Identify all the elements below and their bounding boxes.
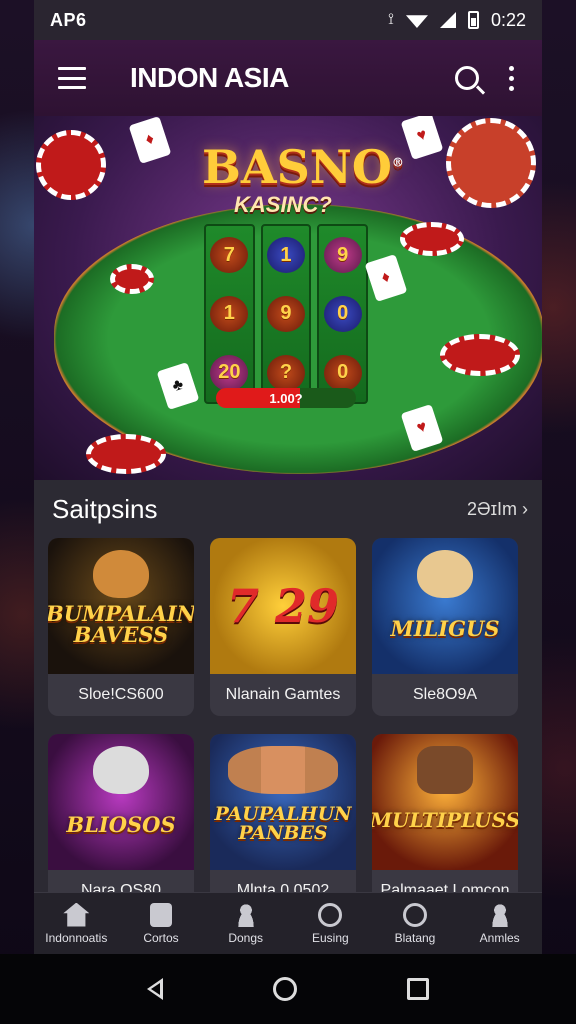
nav-label: Blatang (394, 930, 436, 945)
search-ring-icon (318, 902, 343, 927)
nav-item-home[interactable]: Indonnoatis (34, 893, 119, 954)
carrier-label: AP6 (50, 9, 87, 30)
reel-symbol: 1 (210, 295, 249, 332)
wifi-icon (405, 15, 428, 28)
games-section: Saitpsins 2ƏɪIm › BUMPALAIN BAVESS Sloe!… (34, 480, 542, 912)
slot-reels: 7 1 20 1 9 ? 9 0 0 (204, 224, 368, 404)
nav-item-eusing[interactable]: Eusing (288, 893, 373, 954)
bottom-navigation: Indonnoatis Cortos Dongs Eusing Blatang … (34, 892, 542, 954)
game-tile[interactable]: MILIGUS Sle8O9A (372, 538, 518, 716)
hero-brand: BASNO® (202, 140, 404, 194)
mascot-icon (417, 550, 473, 598)
section-header: Saitpsins 2ƏɪIm › (52, 494, 528, 525)
reel: 9 0 0 (317, 224, 368, 404)
clock: 0:22 (490, 9, 526, 30)
status-bar: AP6 ⟟ 0:22 (0, 0, 576, 40)
ring-icon (402, 902, 427, 927)
game-tile[interactable]: MULTIPLUSS Palmaaet Lomcon (372, 734, 518, 912)
nav-item-dongs[interactable]: Dongs (203, 893, 288, 954)
game-grid: BUMPALAIN BAVESS Sloe!CS600 7 29 Nlanain… (48, 538, 528, 912)
menu-icon[interactable] (58, 67, 86, 89)
game-logo-text: MILIGUS (390, 615, 500, 641)
game-title: Sle8O9A (412, 686, 478, 703)
reel: 1 9 ? (260, 224, 312, 404)
poker-chip-icon (36, 130, 106, 200)
reel-symbol: 0 (323, 354, 362, 391)
mascot-icon (417, 746, 473, 794)
nav-item-anmles[interactable]: Anmles (457, 893, 542, 954)
signal-icon (439, 12, 456, 28)
recent-apps-icon[interactable] (407, 978, 429, 1000)
game-logo-text: PAUPALHUN PANBES (214, 803, 352, 844)
game-thumbnail: BUMPALAIN BAVESS (48, 538, 194, 674)
hero-banner[interactable]: BASNO® KASINC? 7 1 20 1 9 ? 9 0 0 1.00? (34, 116, 542, 480)
see-all-link[interactable]: 2ƏɪIm › (467, 499, 528, 520)
reel: 7 1 20 (204, 224, 255, 404)
poker-chip-icon (400, 222, 464, 256)
home-icon (63, 902, 90, 927)
reel-symbol: ? (266, 354, 305, 391)
hero-progress-bar: 1.00? (216, 388, 356, 408)
status-icons: ⟟ 0:22 (388, 10, 526, 31)
game-logo-text: MULTIPLUSS (372, 808, 518, 832)
user-icon (487, 902, 512, 927)
game-tile[interactable]: BLIOSOS Nara OS80 (48, 734, 194, 912)
home-button-icon[interactable] (273, 977, 297, 1001)
nav-label: Cortos (143, 930, 179, 945)
game-tile[interactable]: PAUPALHUN PANBES Mlnta 0.0502 (210, 734, 356, 912)
mascot-icon (93, 746, 149, 794)
game-thumbnail: 7 29 (210, 538, 356, 674)
nav-label: Indonnoatis (45, 930, 108, 945)
game-title: Nlanain Gamtes (225, 686, 341, 703)
game-title: Sloe!CS600 (78, 686, 164, 703)
person-icon (233, 902, 258, 927)
nav-item-blatang[interactable]: Blatang (373, 893, 458, 954)
search-icon[interactable] (455, 66, 479, 90)
game-tile[interactable]: 7 29 Nlanain Gamtes (210, 538, 356, 716)
dice-icon (149, 902, 172, 927)
vibrate-icon: ⟟ (388, 11, 394, 28)
hero-subtitle: KASINC? (234, 192, 332, 217)
game-tile[interactable]: BUMPALAIN BAVESS Sloe!CS600 (48, 538, 194, 716)
poker-chip-icon (440, 334, 520, 376)
mascot-icon (93, 550, 149, 598)
section-title: Saitpsins (52, 494, 158, 524)
app-title: INDON ASIA (130, 62, 289, 93)
poker-chip-icon (446, 118, 536, 208)
more-options-icon[interactable] (509, 65, 514, 91)
game-logo-text: BLIOSOS (66, 811, 176, 837)
system-navigation-bar (0, 954, 576, 1024)
reel-symbol: 7 (210, 237, 249, 274)
reel-symbol: 9 (323, 237, 362, 274)
nav-label: Eusing (311, 930, 349, 945)
nav-label: Anmles (479, 930, 520, 945)
game-thumbnail: MILIGUS (372, 538, 518, 674)
playing-card-icon: ♦ (128, 116, 172, 164)
back-icon[interactable] (147, 978, 163, 1000)
game-thumbnail: MULTIPLUSS (372, 734, 518, 870)
battery-icon (467, 11, 479, 29)
mascot-icon (228, 746, 338, 794)
app-screen: INDON ASIA BASNO® KASINC? 7 1 20 1 9 ? 9… (34, 0, 542, 1024)
game-thumbnail: PAUPALHUN PANBES (210, 734, 356, 870)
reel-symbol: 1 (266, 237, 305, 274)
nav-item-cortos[interactable]: Cortos (119, 893, 204, 954)
poker-chip-icon (110, 264, 154, 294)
reel-symbol: 20 (210, 354, 249, 391)
reel-symbol: 9 (266, 295, 305, 332)
app-bar: INDON ASIA (34, 40, 542, 116)
reel-symbol: 0 (323, 295, 362, 332)
game-logo-text: 7 29 (226, 579, 340, 633)
poker-chip-icon (86, 434, 166, 474)
game-thumbnail: BLIOSOS (48, 734, 194, 870)
nav-label: Dongs (228, 930, 263, 945)
game-logo-text: BUMPALAIN BAVESS (48, 601, 194, 647)
playing-card-icon: ♥ (400, 116, 444, 160)
